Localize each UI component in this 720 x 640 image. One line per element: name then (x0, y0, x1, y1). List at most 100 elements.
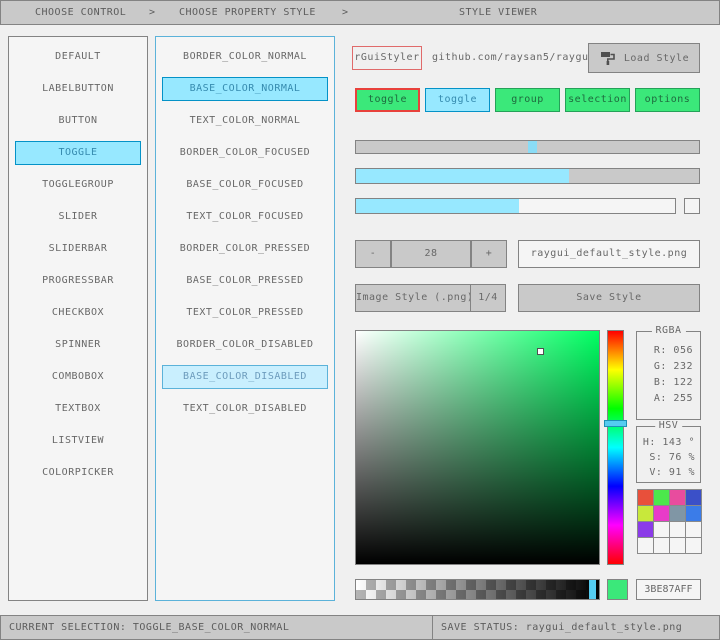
property-item-text_color_normal[interactable]: TEXT_COLOR_NORMAL (162, 109, 328, 133)
hue-handle[interactable] (604, 420, 627, 427)
breadcrumb-choose-property-style: CHOOSE PROPERTY STYLE (179, 1, 316, 24)
app-name-label: rGuiStyler (352, 46, 422, 70)
rgba-red-value: R: 056 (637, 343, 700, 359)
color-swatch[interactable] (669, 537, 686, 554)
repo-link[interactable]: github.com/raysan5/raygui (432, 46, 595, 70)
control-item-textbox[interactable]: TEXTBOX (15, 397, 141, 421)
load-style-button[interactable]: Load Style (588, 43, 700, 73)
rguistyler-window: CHOOSE CONTROL > CHOOSE PROPERTY STYLE >… (0, 0, 720, 640)
color-swatch[interactable] (637, 537, 654, 554)
color-swatch[interactable] (685, 521, 702, 538)
ratio-button[interactable]: 1/4 (470, 284, 506, 312)
property-item-border_color_normal[interactable]: BORDER_COLOR_NORMAL (162, 45, 328, 69)
color-swatch[interactable] (653, 537, 670, 554)
alpha-gradient-overlay (356, 580, 599, 599)
saturation-value-panel[interactable] (355, 330, 600, 565)
save-status: SAVE STATUS: raygui_default_style.png (441, 616, 682, 639)
rgba-group: RGBA R: 056 G: 232 B: 122 A: 255 (636, 331, 701, 420)
hsv-group: HSV H: 143 ° S: 76 % V: 91 % (636, 426, 701, 483)
color-swatch[interactable] (669, 521, 686, 538)
toggle-demo-normal-edited[interactable]: toggle (355, 88, 420, 112)
rgba-alpha-value: A: 255 (637, 391, 700, 407)
spinner-increment-button[interactable]: + (471, 240, 507, 268)
color-swatch-grid (637, 489, 701, 553)
header-bar: CHOOSE CONTROL > CHOOSE PROPERTY STYLE >… (0, 0, 720, 25)
property-item-text_color_focused[interactable]: TEXT_COLOR_FOCUSED (162, 205, 328, 229)
color-swatch[interactable] (637, 521, 654, 538)
rgba-green-value: G: 232 (637, 359, 700, 375)
control-item-colorpicker[interactable]: COLORPICKER (15, 461, 141, 485)
property-item-border_color_pressed[interactable]: BORDER_COLOR_PRESSED (162, 237, 328, 261)
current-selection-status: CURRENT SELECTION: TOGGLE_BASE_COLOR_NOR… (9, 616, 289, 639)
sliderbar-demo[interactable] (355, 168, 700, 184)
property-item-base_color_disabled[interactable]: BASE_COLOR_DISABLED (162, 365, 328, 389)
color-swatch[interactable] (685, 505, 702, 522)
control-item-button[interactable]: BUTTON (15, 109, 141, 133)
property-item-text_color_disabled[interactable]: TEXT_COLOR_DISABLED (162, 397, 328, 421)
alpha-handle[interactable] (589, 580, 596, 599)
spinner-decrement-button[interactable]: - (355, 240, 391, 268)
color-swatch[interactable] (637, 489, 654, 506)
togglegroup-item-group[interactable]: group (495, 88, 560, 112)
breadcrumb-style-viewer: STYLE VIEWER (459, 1, 537, 24)
property-item-border_color_focused[interactable]: BORDER_COLOR_FOCUSED (162, 141, 328, 165)
togglegroup-item-options[interactable]: options (635, 88, 700, 112)
hsv-group-title: HSV (655, 420, 683, 432)
status-bar-divider (432, 616, 433, 639)
control-item-spinner[interactable]: SPINNER (15, 333, 141, 357)
breadcrumb-choose-control: CHOOSE CONTROL (35, 1, 126, 24)
current-color-swatch (607, 579, 628, 600)
hsv-saturation-value: S: 76 % (637, 450, 700, 465)
color-swatch[interactable] (653, 505, 670, 522)
sliderbar-fill (356, 169, 569, 183)
control-item-checkbox[interactable]: CHECKBOX (15, 301, 141, 325)
controls-list-panel: DEFAULT LABELBUTTON BUTTON TOGGLE TOGGLEGROU… (8, 36, 148, 601)
slider-demo[interactable] (355, 140, 700, 154)
color-swatch[interactable] (685, 537, 702, 554)
slider-handle[interactable] (528, 141, 537, 153)
property-item-border_color_disabled[interactable]: BORDER_COLOR_DISABLED (162, 333, 328, 357)
chevron-separator-icon: > (342, 1, 349, 24)
control-item-default[interactable]: DEFAULT (15, 45, 141, 69)
control-item-togglegroup[interactable]: TOGGLEGROUP (15, 173, 141, 197)
control-item-progressbar[interactable]: PROGRESSBAR (15, 269, 141, 293)
spinner-value[interactable]: 28 (391, 240, 471, 268)
status-bar: CURRENT SELECTION: TOGGLE_BASE_COLOR_NOR… (0, 615, 720, 640)
color-swatch[interactable] (669, 489, 686, 506)
control-item-combobox[interactable]: COMBOBOX (15, 365, 141, 389)
rgba-blue-value: B: 122 (637, 375, 700, 391)
filename-input[interactable]: raygui_default_style.png (518, 240, 700, 268)
toggle-demo-focused[interactable]: toggle (425, 88, 490, 112)
color-swatch[interactable] (653, 489, 670, 506)
rgba-group-title: RGBA (651, 325, 685, 337)
progressbar-demo (355, 198, 676, 214)
properties-list-panel: BORDER_COLOR_NORMAL BASE_COLOR_NORMAL TEXT… (155, 36, 335, 601)
hue-bar[interactable] (607, 330, 624, 565)
paint-roller-icon (599, 49, 617, 67)
alpha-bar[interactable] (355, 579, 600, 600)
hex-color-input[interactable]: 3BE87AFF (636, 579, 701, 600)
color-swatch[interactable] (653, 521, 670, 538)
load-style-label: Load Style (624, 53, 689, 64)
color-swatch[interactable] (685, 489, 702, 506)
hsv-hue-value: H: 143 ° (637, 435, 700, 450)
property-item-base_color_normal[interactable]: BASE_COLOR_NORMAL (162, 77, 328, 101)
property-item-base_color_focused[interactable]: BASE_COLOR_FOCUSED (162, 173, 328, 197)
control-item-slider[interactable]: SLIDER (15, 205, 141, 229)
control-item-sliderbar[interactable]: SLIDERBAR (15, 237, 141, 261)
color-cursor[interactable] (537, 348, 544, 355)
property-item-base_color_pressed[interactable]: BASE_COLOR_PRESSED (162, 269, 328, 293)
control-item-toggle[interactable]: TOGGLE (15, 141, 141, 165)
control-item-labelbutton[interactable]: LABELBUTTON (15, 77, 141, 101)
property-item-text_color_pressed[interactable]: TEXT_COLOR_PRESSED (162, 301, 328, 325)
chevron-separator-icon: > (149, 1, 156, 24)
image-style-button[interactable]: Image Style (.png) (355, 284, 471, 312)
hsv-value-value: V: 91 % (637, 465, 700, 480)
checkbox-demo[interactable] (684, 198, 700, 214)
color-swatch[interactable] (637, 505, 654, 522)
control-item-listview[interactable]: LISTVIEW (15, 429, 141, 453)
color-swatch[interactable] (669, 505, 686, 522)
togglegroup-item-selection[interactable]: selection (565, 88, 630, 112)
progressbar-fill (356, 199, 519, 213)
save-style-button[interactable]: Save Style (518, 284, 700, 312)
